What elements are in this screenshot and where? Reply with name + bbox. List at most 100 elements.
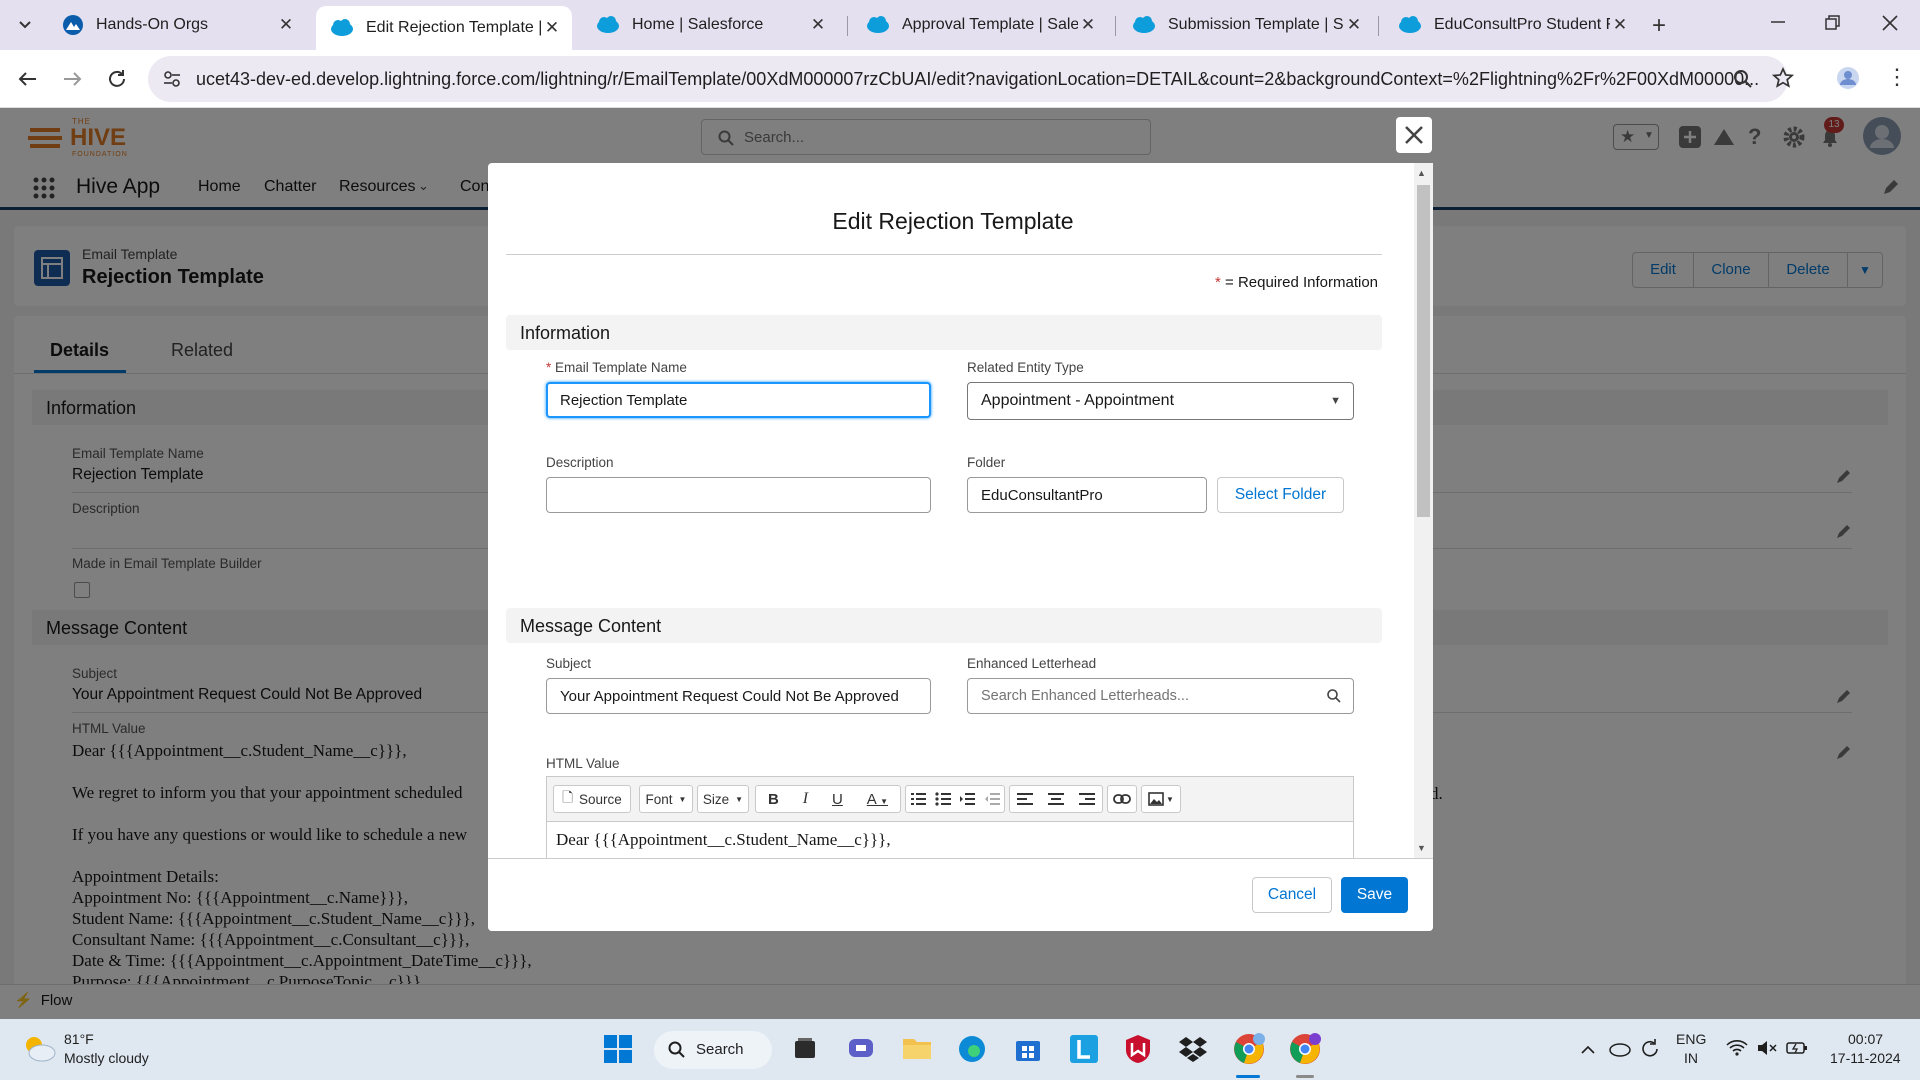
bookmark-star-icon[interactable]	[1772, 67, 1794, 89]
l-app-icon[interactable]	[1070, 1035, 1098, 1063]
bulleted-list-icon[interactable]	[935, 792, 951, 806]
url-bar[interactable]: ucet43-dev-ed.develop.lightning.force.co…	[148, 56, 1788, 102]
size-select[interactable]: Size ▼	[697, 785, 749, 813]
reload-icon[interactable]	[106, 68, 128, 90]
salesforce-cloud-icon	[330, 19, 354, 37]
source-label: Source	[579, 791, 622, 807]
align-right-icon[interactable]	[1078, 792, 1095, 806]
close-icon	[1405, 126, 1423, 144]
store-icon[interactable]	[1014, 1035, 1042, 1063]
chrome-profile-icon[interactable]	[1232, 1032, 1266, 1066]
minimize-icon[interactable]	[1768, 12, 1788, 32]
zoom-icon[interactable]	[1733, 69, 1753, 89]
language-code[interactable]: ENG	[1676, 1031, 1706, 1047]
taskbar-search[interactable]: Search	[654, 1031, 772, 1069]
site-info-icon[interactable]	[162, 69, 182, 89]
tab-edit-rejection-template[interactable]: Edit Rejection Template | Sa ✕	[316, 6, 572, 50]
description-input[interactable]	[546, 477, 931, 513]
close-icon[interactable]: ✕	[1344, 15, 1364, 35]
salesforce-cloud-icon	[1398, 16, 1422, 34]
required-star: *	[1215, 274, 1221, 291]
close-icon[interactable]: ✕	[1078, 15, 1098, 35]
align-center-icon[interactable]	[1047, 792, 1064, 806]
tab-educonsultpro-flow[interactable]: EduConsultPro Student Flo ✕	[1384, 8, 1640, 42]
sync-icon[interactable]	[1638, 1037, 1662, 1061]
tab-submission-template[interactable]: Submission Template | Sales ✕	[1118, 8, 1374, 42]
modal-title: Edit Rejection Template	[832, 208, 1074, 234]
restore-icon[interactable]	[1824, 14, 1842, 32]
close-icon[interactable]: ✕	[542, 18, 562, 38]
clock-date[interactable]: 17-11-2024	[1830, 1050, 1901, 1066]
file-explorer-icon[interactable]	[902, 1035, 932, 1061]
bold-icon[interactable]: B	[768, 791, 779, 808]
align-left-icon[interactable]	[1017, 792, 1034, 806]
link-icon[interactable]	[1107, 785, 1137, 813]
related-entity-select[interactable]: Appointment - Appointment ▼	[967, 382, 1354, 420]
browser-menu-icon[interactable]: ⋮	[1886, 66, 1908, 88]
onedrive-cloud-icon[interactable]	[1608, 1039, 1632, 1057]
select-folder-button[interactable]: Select Folder	[1217, 477, 1344, 513]
chat-app-icon[interactable]	[848, 1036, 874, 1062]
scrollbar-thumb[interactable]	[1417, 185, 1430, 517]
template-name-label-text: Email Template Name	[555, 360, 687, 375]
image-icon[interactable]: ▼	[1141, 785, 1181, 813]
modal-close-button[interactable]	[1396, 117, 1432, 153]
source-doc-icon: 🗋	[562, 789, 574, 805]
tab-title: Submission Template | Sales	[1168, 16, 1344, 33]
cancel-button[interactable]: Cancel	[1252, 877, 1332, 913]
italic-icon[interactable]: I	[803, 790, 808, 808]
window-close-icon[interactable]	[1880, 13, 1900, 33]
mcafee-shield-icon[interactable]	[1124, 1034, 1152, 1064]
chevron-down-icon: ▼	[1330, 395, 1341, 407]
modal-footer: Cancel Save	[488, 858, 1433, 931]
letterhead-search-input[interactable]: Search Enhanced Letterheads...	[967, 678, 1354, 714]
align-group	[1009, 785, 1103, 813]
task-view-icon[interactable]	[792, 1036, 818, 1062]
battery-icon[interactable]	[1786, 1039, 1808, 1057]
close-icon[interactable]: ✕	[808, 15, 828, 35]
folder-label: Folder	[967, 455, 1006, 470]
tab-list-icon[interactable]	[14, 14, 36, 36]
outdent-icon[interactable]	[984, 792, 1000, 806]
information-section-header: Information	[506, 315, 1382, 350]
save-button[interactable]: Save	[1341, 877, 1408, 913]
list-indent-group	[905, 785, 1005, 813]
editor-content[interactable]: Dear {{{Appointment__c.Student_Name__c}}…	[547, 821, 1353, 858]
indent-icon[interactable]	[959, 792, 976, 806]
chevron-down-icon: ▼	[678, 794, 687, 804]
dropbox-icon[interactable]	[1178, 1036, 1208, 1062]
search-icon	[668, 1041, 685, 1058]
wifi-icon[interactable]	[1726, 1039, 1748, 1057]
subject-input[interactable]: Your Appointment Request Could Not Be Ap…	[546, 678, 931, 714]
region-code[interactable]: IN	[1684, 1050, 1698, 1066]
profile-avatar-icon[interactable]	[1836, 66, 1860, 90]
chevron-up-icon[interactable]	[1580, 1043, 1596, 1055]
tab-title: EduConsultPro Student Flo	[1434, 16, 1610, 33]
scroll-down-icon[interactable]: ▼	[1417, 843, 1426, 853]
back-icon[interactable]	[16, 68, 38, 90]
tab-approval-template[interactable]: Approval Template | Salesfo ✕	[852, 8, 1108, 42]
folder-input[interactable]: EduConsultantPro	[967, 477, 1207, 513]
forward-icon[interactable]	[62, 68, 84, 90]
source-button[interactable]: 🗋 Source	[553, 785, 631, 813]
tab-hands-on-orgs[interactable]: Hands-On Orgs ✕	[48, 8, 306, 42]
scroll-up-icon[interactable]: ▲	[1417, 168, 1426, 178]
modal-scrollbar[interactable]: ▲ ▼	[1414, 163, 1433, 858]
windows-start-icon[interactable]	[604, 1035, 632, 1063]
text-color-icon[interactable]: A ▼	[867, 791, 888, 808]
underline-icon[interactable]: U	[832, 791, 843, 808]
close-icon[interactable]: ✕	[1610, 15, 1630, 35]
address-bar-row: ucet43-dev-ed.develop.lightning.force.co…	[0, 50, 1920, 108]
chrome-profile-icon[interactable]	[1288, 1032, 1322, 1066]
new-tab-icon[interactable]: +	[1652, 12, 1666, 40]
volume-muted-icon[interactable]	[1756, 1039, 1778, 1057]
required-star: *	[546, 360, 552, 375]
font-select[interactable]: Font ▼	[639, 785, 693, 813]
tab-home-salesforce[interactable]: Home | Salesforce ✕	[582, 8, 838, 42]
numbered-list-icon[interactable]	[910, 792, 927, 806]
close-icon[interactable]: ✕	[276, 15, 296, 35]
edge-browser-icon[interactable]	[958, 1035, 986, 1063]
weather-cloud-icon[interactable]	[22, 1033, 56, 1063]
template-name-input[interactable]: Rejection Template	[546, 382, 931, 418]
clock-time[interactable]: 00:07	[1848, 1031, 1883, 1047]
